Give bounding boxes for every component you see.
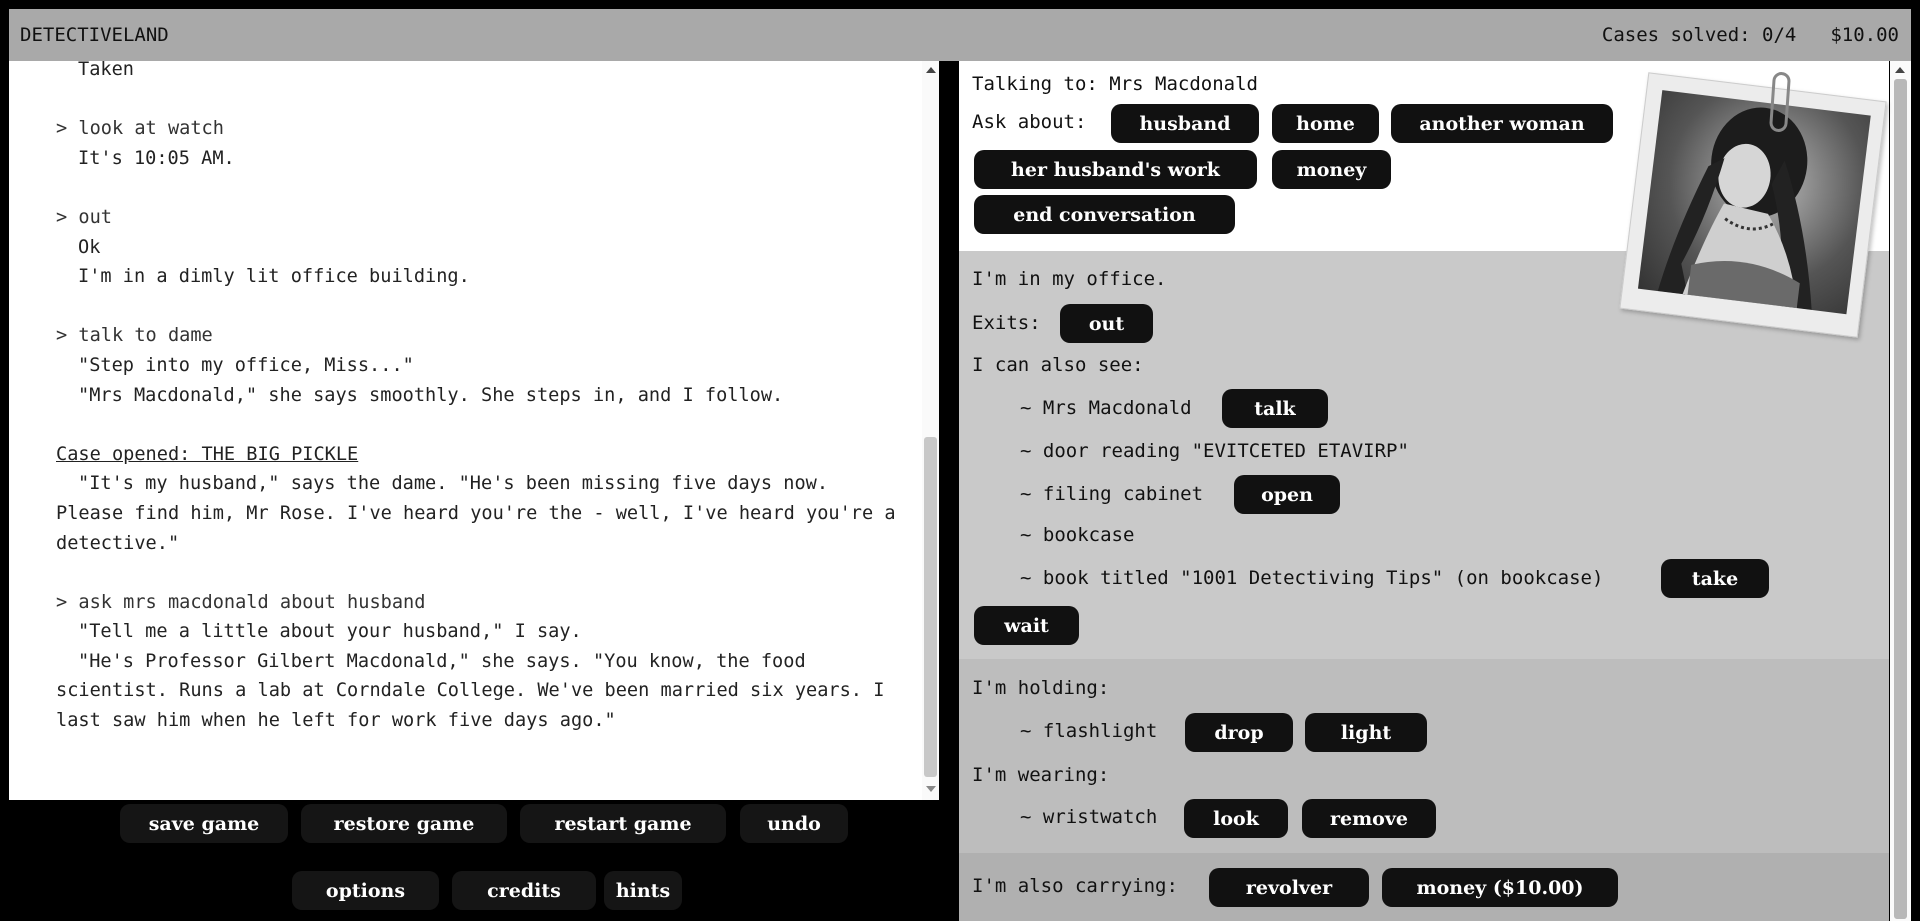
money-display: $10.00 xyxy=(1830,24,1899,46)
transcript-paragraph: "He's Professor Gilbert Macdonald," she … xyxy=(56,650,896,732)
undo-button[interactable]: undo xyxy=(740,804,848,843)
scroll-thumb[interactable] xyxy=(924,437,937,777)
object-door: ~ door reading "EVITCETED ETAVIRP" xyxy=(1020,440,1409,462)
exit-out-button[interactable]: out xyxy=(1060,304,1153,343)
transcript-line: It's 10:05 AM. xyxy=(78,147,235,169)
restart-game-button[interactable]: restart game xyxy=(520,804,726,843)
remove-button[interactable]: remove xyxy=(1302,799,1436,838)
exits-label: Exits: xyxy=(972,312,1041,334)
transcript-line: Ok xyxy=(78,236,101,258)
hints-button[interactable]: hints xyxy=(604,871,682,910)
topic-home-button[interactable]: home xyxy=(1272,104,1379,143)
take-button[interactable]: take xyxy=(1661,559,1769,598)
object-bookcase: ~ bookcase xyxy=(1020,524,1135,546)
transcript-line: "Step into my office, Miss..." xyxy=(78,354,414,376)
transcript-line: Taken xyxy=(78,61,134,80)
status-area: Cases solved: 0/4 $10.00 xyxy=(1602,24,1899,46)
look-button[interactable]: look xyxy=(1184,799,1288,838)
talking-to-label: Talking to: Mrs Macdonald xyxy=(972,73,1258,95)
money-button[interactable]: money ($10.00) xyxy=(1382,868,1618,907)
transcript-command: > talk to dame xyxy=(56,325,213,347)
topic-another-woman-button[interactable]: another woman xyxy=(1391,104,1613,143)
ask-about-label: Ask about: xyxy=(972,111,1087,133)
restore-game-button[interactable]: restore game xyxy=(301,804,507,843)
mrs-macdonald-portrait-image xyxy=(1637,90,1871,315)
light-button[interactable]: light xyxy=(1305,713,1427,752)
options-button[interactable]: options xyxy=(292,871,439,910)
drop-button[interactable]: drop xyxy=(1185,713,1293,752)
save-game-button[interactable]: save game xyxy=(120,804,288,843)
transcript-line: "Tell me a little about your husband," I… xyxy=(78,621,582,643)
transcript-paragraph: "It's my husband," says the dame. "He's … xyxy=(56,473,907,554)
transcript-panel[interactable]: Taken > look at watch It's 10:05 AM. > o… xyxy=(9,61,939,800)
object-filing-cabinet: ~ filing cabinet xyxy=(1020,483,1204,505)
item-flashlight: ~ flashlight xyxy=(1020,720,1158,742)
scroll-thumb[interactable] xyxy=(1894,79,1907,919)
character-portrait xyxy=(1619,72,1887,338)
actions-scrollbar[interactable] xyxy=(1890,61,1911,921)
scroll-up-arrow-icon[interactable] xyxy=(926,67,936,73)
end-conversation-button[interactable]: end conversation xyxy=(974,195,1235,234)
game-title: DETECTIVELAND xyxy=(20,24,169,46)
object-mrs-macdonald: ~ Mrs Macdonald xyxy=(1020,397,1192,419)
wearing-label: I'm wearing: xyxy=(972,764,1110,786)
room-description: I'm in my office. xyxy=(972,268,1167,290)
transcript-command: > look at watch xyxy=(56,118,224,140)
transcript-scrollbar[interactable] xyxy=(922,61,939,800)
credits-button[interactable]: credits xyxy=(452,871,596,910)
scroll-down-arrow-icon[interactable] xyxy=(926,786,936,792)
wait-button[interactable]: wait xyxy=(974,606,1079,645)
topic-husbands-work-button[interactable]: her husband's work xyxy=(974,150,1257,189)
transcript-line: I'm in a dimly lit office building. xyxy=(78,266,470,288)
case-opened-heading: Case opened: THE BIG PICKLE xyxy=(56,443,359,465)
open-button[interactable]: open xyxy=(1234,475,1340,514)
carrying-label: I'm also carrying: xyxy=(972,875,1178,897)
revolver-button[interactable]: revolver xyxy=(1209,868,1369,907)
cases-solved: Cases solved: 0/4 xyxy=(1601,24,1797,46)
transcript-command: > out xyxy=(56,206,112,228)
transcript-line: "Mrs Macdonald," she says smoothly. She … xyxy=(78,384,784,406)
also-see-label: I can also see: xyxy=(972,354,1144,376)
transcript-command: > ask mrs macdonald about husband xyxy=(56,591,426,613)
talk-button[interactable]: talk xyxy=(1222,389,1328,428)
topic-money-button[interactable]: money xyxy=(1272,150,1391,189)
topic-husband-button[interactable]: husband xyxy=(1111,104,1259,143)
scroll-up-arrow-icon[interactable] xyxy=(1895,67,1905,73)
holding-label: I'm holding: xyxy=(972,677,1110,699)
object-book: ~ book titled "1001 Detectiving Tips" (o… xyxy=(1020,567,1604,589)
title-bar: DETECTIVELAND Cases solved: 0/4 $10.00 xyxy=(9,9,1911,61)
item-wristwatch: ~ wristwatch xyxy=(1020,806,1158,828)
transcript: Taken > look at watch It's 10:05 AM. > o… xyxy=(56,61,906,765)
